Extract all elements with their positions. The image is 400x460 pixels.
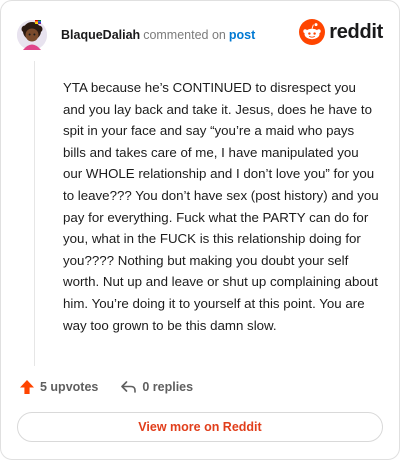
upvote-arrow-icon bbox=[20, 380, 34, 394]
comment-body: YTA because he’s CONTINUED to disrespect… bbox=[63, 80, 379, 333]
commenter-line: BlaqueDaliah commented on post bbox=[61, 27, 255, 43]
reddit-logo-icon bbox=[299, 19, 326, 45]
reddit-brand[interactable]: reddit bbox=[299, 19, 383, 45]
reply-button[interactable]: 0 replies bbox=[120, 379, 193, 395]
view-more-button[interactable]: View more on Reddit bbox=[17, 412, 383, 442]
post-link[interactable]: post bbox=[229, 28, 255, 42]
upvote-count: 5 upvotes bbox=[40, 380, 99, 394]
thread-line bbox=[34, 61, 35, 366]
reddit-wordmark: reddit bbox=[329, 20, 383, 43]
comment-embed-card: BlaqueDaliah commented on post reddit YTA … bbox=[0, 0, 400, 460]
action-text: commented on bbox=[143, 28, 226, 42]
reply-count: 0 replies bbox=[142, 380, 194, 394]
reply-arrow-icon bbox=[121, 381, 137, 393]
upvote-button[interactable]: 5 upvotes bbox=[19, 379, 98, 395]
comment-actions: 5 upvotes 0 replies bbox=[19, 376, 193, 398]
avatar-icon[interactable] bbox=[17, 20, 47, 50]
username-link[interactable]: BlaqueDaliah bbox=[61, 28, 140, 42]
comment-header: BlaqueDaliah commented on post reddit bbox=[17, 15, 383, 55]
